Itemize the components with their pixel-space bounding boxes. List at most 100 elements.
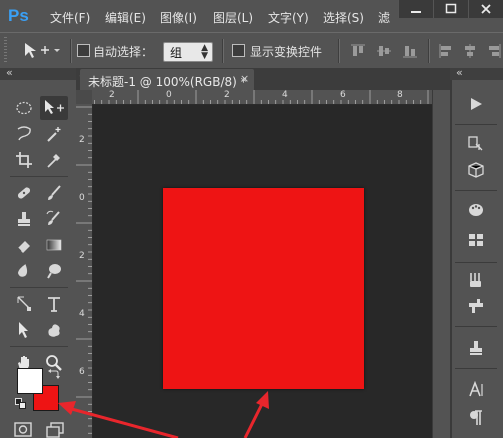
horizontal-ruler[interactable]: 2 0 2 4 6 8 (76, 90, 432, 105)
eraser-tool[interactable] (10, 233, 38, 257)
minimize-icon (411, 11, 421, 13)
eyedropper-tool[interactable] (40, 148, 68, 172)
collapse-arrows-icon[interactable]: « (456, 66, 463, 79)
ruler-label: 0 (166, 90, 172, 100)
brush-tool-icon (48, 185, 61, 200)
adjustments-panel-button[interactable] (459, 228, 493, 252)
menu-image[interactable]: 图像(I) (160, 9, 197, 26)
marquee-tool-icon (16, 101, 32, 115)
document-tab-close-icon[interactable]: × (240, 72, 249, 85)
align-bottom-icon[interactable] (402, 43, 418, 59)
3d-icon (468, 162, 484, 178)
align-vertical-center-icon[interactable] (376, 43, 392, 59)
vertical-ruler[interactable]: 2 0 2 4 6 (76, 104, 93, 438)
ruler-label: 2 (79, 251, 85, 261)
brushes-panel-button[interactable] (459, 268, 493, 292)
vertical-scrollbar[interactable] (432, 90, 451, 438)
close-icon (481, 4, 491, 14)
actions-panel-button[interactable] (459, 92, 493, 116)
align-horizontal-center-icon[interactable] (462, 43, 478, 59)
separator (455, 368, 497, 369)
ruler-origin[interactable] (76, 90, 92, 104)
menu-layer[interactable]: 图层(L) (213, 9, 253, 26)
move-tool-preset-icon (25, 43, 60, 58)
close-button[interactable] (468, 0, 503, 18)
separator (70, 39, 72, 63)
gradient-icon (46, 239, 62, 251)
path-selection-tool[interactable] (10, 318, 38, 342)
character-panel-button[interactable] (459, 378, 493, 402)
photoshop-logo: Ps (8, 6, 29, 25)
healing-brush-tool[interactable] (10, 181, 38, 205)
tool-preset-picker[interactable] (22, 41, 60, 64)
quick-mask-icon[interactable] (14, 422, 32, 438)
eyedropper-icon (47, 154, 60, 168)
menu-filter[interactable]: 滤 (378, 9, 390, 26)
auto-select-target-dropdown[interactable]: 组 ▲ ▼ (163, 42, 213, 62)
swatches-panel-button[interactable] (459, 198, 493, 222)
stamp-icon (470, 341, 482, 355)
play-icon (471, 98, 482, 110)
document-tab[interactable]: 未标题-1 @ 100%(RGB/8) * × (80, 69, 254, 90)
history-brush-icon (46, 210, 60, 225)
type-tool[interactable] (40, 292, 68, 316)
right-dock-header[interactable]: « (450, 66, 503, 80)
menu-bar: Ps 文件(F) 编辑(E) 图像(I) 图层(L) 文字(Y) 选择(S) 滤 (0, 0, 503, 32)
brushes-icon (470, 273, 481, 287)
vertical-ruler-ticks (76, 106, 92, 434)
dodge-tool[interactable] (40, 259, 68, 283)
clone-source-panel-button[interactable] (459, 294, 493, 318)
lasso-tool-icon (17, 126, 31, 141)
blur-tool[interactable] (10, 259, 38, 283)
crop-tool[interactable] (10, 148, 38, 172)
paragraph-panel-button[interactable] (459, 406, 493, 430)
separator (222, 39, 224, 63)
options-bar: 自动选择： 组 ▲ ▼ 显示变换控件 (0, 32, 503, 70)
menu-select[interactable]: 选择(S) (323, 9, 364, 26)
magic-wand-tool[interactable] (40, 122, 68, 146)
move-tool-icon (45, 100, 64, 114)
menu-type[interactable]: 文字(Y) (268, 9, 309, 26)
minimize-button[interactable] (398, 0, 433, 18)
align-right-icon[interactable] (486, 43, 502, 59)
swap-colors-icon[interactable] (48, 368, 60, 380)
align-top-icon[interactable] (350, 43, 366, 59)
show-transform-label: 显示变换控件 (250, 45, 323, 59)
tools-panel-header[interactable]: « (0, 66, 76, 80)
marquee-tool[interactable] (10, 96, 38, 120)
tool-presets-panel-button[interactable] (459, 336, 493, 360)
3d-panel-button[interactable] (459, 158, 493, 182)
show-transform-checkbox[interactable] (232, 44, 245, 57)
move-tool[interactable] (40, 96, 68, 120)
document-canvas[interactable] (163, 188, 364, 389)
ruler-label: 6 (79, 367, 85, 377)
ruler-label: 6 (340, 90, 346, 100)
magic-wand-icon (47, 127, 61, 142)
custom-shape-tool[interactable] (40, 318, 68, 342)
history-brush-tool[interactable] (40, 207, 68, 231)
separator (338, 39, 340, 63)
history-panel-button[interactable] (459, 132, 493, 156)
align-left-icon[interactable] (438, 43, 454, 59)
gradient-tool[interactable] (40, 233, 68, 257)
dodge-tool-icon (47, 264, 61, 279)
collapse-arrows-icon[interactable]: « (6, 66, 13, 79)
eraser-icon (17, 241, 30, 253)
foreground-color-swatch[interactable] (17, 368, 43, 394)
character-icon (469, 381, 483, 397)
separator (455, 262, 497, 263)
menu-edit[interactable]: 编辑(E) (105, 9, 146, 26)
lasso-tool[interactable] (10, 122, 38, 146)
maximize-button[interactable] (433, 0, 468, 18)
menu-file[interactable]: 文件(F) (50, 9, 90, 26)
healing-brush-icon (17, 187, 31, 199)
options-bar-grip[interactable] (4, 37, 7, 63)
brush-tool[interactable] (40, 181, 68, 205)
default-colors-icon[interactable] (15, 398, 27, 410)
pen-tool[interactable] (10, 292, 38, 316)
screen-mode-icon[interactable] (46, 422, 64, 438)
custom-shape-icon (48, 324, 60, 337)
clone-stamp-tool[interactable] (10, 207, 38, 231)
window-controls (398, 0, 503, 18)
auto-select-checkbox[interactable] (77, 44, 90, 57)
